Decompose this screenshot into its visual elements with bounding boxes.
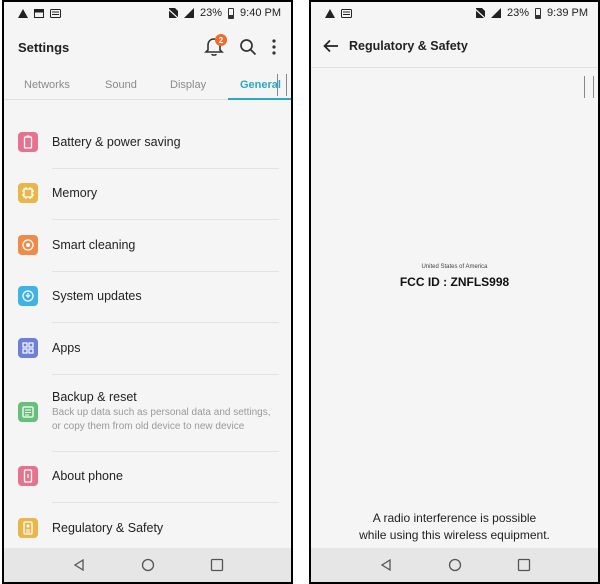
app-bar: Settings 2 xyxy=(4,24,291,70)
item-label: Smart cleaning xyxy=(52,237,136,252)
message-icon xyxy=(341,8,352,18)
smart-cleaning-icon xyxy=(18,234,38,255)
more-options-icon[interactable] xyxy=(271,38,277,56)
home-icon[interactable] xyxy=(141,558,155,572)
settings-list: Battery & power saving Memory Smart clea… xyxy=(4,116,291,554)
settings-tabs: Networks Sound Display General xyxy=(4,70,291,100)
radio-interference-note: A radio interference is possible while u… xyxy=(331,510,578,544)
page-title: Regulatory & Safety xyxy=(349,38,468,53)
list-item-about-phone[interactable]: About phone xyxy=(4,450,291,503)
back-icon[interactable] xyxy=(379,558,393,572)
backup-icon xyxy=(18,402,38,422)
note-line-1: A radio interference is possible xyxy=(372,511,537,525)
tab-sound[interactable]: Sound xyxy=(105,70,137,100)
navigation-bar xyxy=(311,548,598,582)
page-title: Settings xyxy=(18,39,70,55)
item-label: Battery & power saving xyxy=(52,134,181,149)
item-label: Memory xyxy=(52,186,98,201)
scroll-handle[interactable] xyxy=(277,74,287,96)
battery-percent: 23% xyxy=(507,7,530,19)
tab-general[interactable]: General xyxy=(228,70,291,100)
clock: 9:40 PM xyxy=(240,7,281,19)
item-label: System updates xyxy=(52,289,142,304)
warning-icon xyxy=(325,8,335,18)
list-item-system-updates[interactable]: System updates xyxy=(4,270,291,323)
item-label: About phone xyxy=(52,469,123,484)
memory-chip-icon xyxy=(18,183,38,204)
search-icon[interactable] xyxy=(239,38,257,56)
regulatory-icon xyxy=(18,517,38,538)
clock: 9:39 PM xyxy=(547,7,588,19)
fcc-id-label: FCC ID : ZNFLS998 xyxy=(399,275,510,289)
warning-icon xyxy=(18,8,28,18)
app-bar: Regulatory & Safety xyxy=(311,24,598,68)
settings-screen: 23% 9:40 PM Settings 2 Networks Sound Di… xyxy=(2,0,293,584)
list-item-smart-cleaning[interactable]: Smart cleaning xyxy=(4,219,291,271)
item-label: Regulatory & Safety xyxy=(52,520,164,535)
list-item-regulatory[interactable]: Regulatory & Safety xyxy=(4,502,291,554)
back-arrow-icon[interactable] xyxy=(323,39,339,53)
recents-icon[interactable] xyxy=(210,558,224,572)
no-sim-icon xyxy=(168,8,178,18)
no-sim-icon xyxy=(475,8,485,18)
back-icon[interactable] xyxy=(72,558,86,572)
item-description: Back up data such as personal data and s… xyxy=(52,407,271,432)
signal-icon xyxy=(184,8,194,18)
phone-icon xyxy=(18,466,38,487)
regulatory-screen: 23% 9:39 PM Regulatory & Safety United S… xyxy=(309,0,600,584)
status-bar: 23% 9:39 PM xyxy=(311,2,598,24)
apps-grid-icon xyxy=(18,337,38,358)
notification-badge: 2 xyxy=(215,34,227,46)
system-update-icon xyxy=(18,286,38,307)
recents-icon[interactable] xyxy=(517,558,531,572)
battery-icon xyxy=(18,131,38,152)
item-label: Apps xyxy=(52,340,81,355)
fcc-country-label: United States of America xyxy=(421,264,488,270)
navigation-bar xyxy=(4,548,291,582)
tab-networks[interactable]: Networks xyxy=(24,70,70,100)
notifications-button[interactable]: 2 xyxy=(203,34,227,58)
list-item-apps[interactable]: Apps xyxy=(4,322,291,374)
message-icon xyxy=(50,8,61,18)
image-icon xyxy=(34,8,44,18)
list-item-backup-reset[interactable]: Backup & reset Back up data such as pers… xyxy=(4,373,291,451)
scroll-handle[interactable] xyxy=(584,76,594,98)
battery-status-icon xyxy=(535,7,542,19)
item-label: Backup & reset xyxy=(52,390,137,404)
home-icon[interactable] xyxy=(448,558,462,572)
status-bar: 23% 9:40 PM xyxy=(4,2,291,24)
signal-icon xyxy=(491,8,501,18)
list-item-battery[interactable]: Battery & power saving xyxy=(4,116,291,168)
battery-percent: 23% xyxy=(200,7,223,19)
battery-status-icon xyxy=(228,7,235,19)
tab-display[interactable]: Display xyxy=(170,70,206,100)
note-line-2: while using this wireless equipment. xyxy=(359,528,550,542)
list-item-memory[interactable]: Memory xyxy=(4,167,291,220)
